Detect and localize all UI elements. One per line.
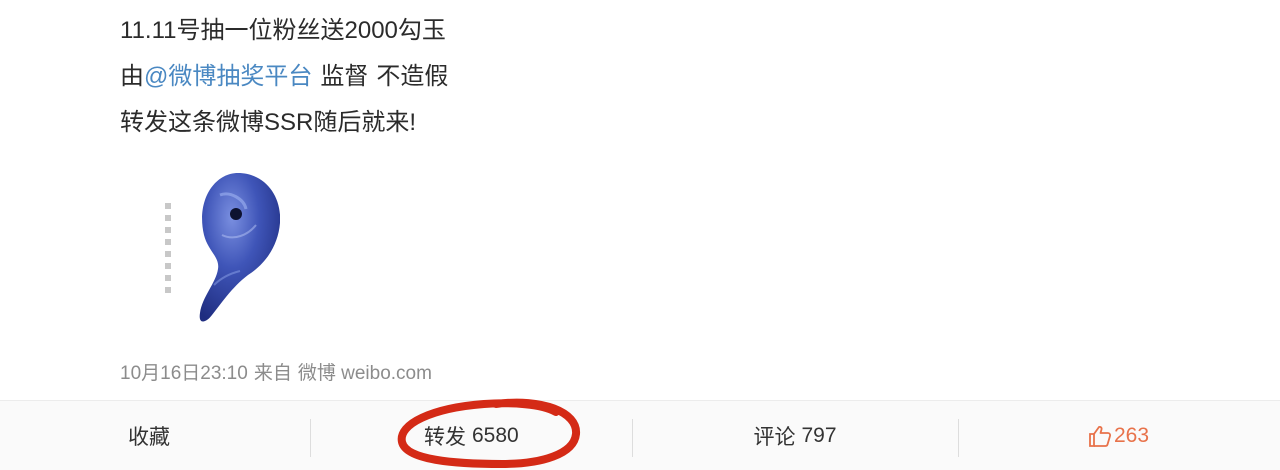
- comment-count: 797: [801, 424, 837, 447]
- action-bar: 收藏 转发 6580 评论 797 263: [0, 400, 1280, 470]
- favorite-button[interactable]: 收藏: [0, 401, 310, 470]
- post-text-prefix: 由: [120, 63, 144, 90]
- post-timestamp[interactable]: 10月16日23:10: [120, 363, 248, 384]
- post-meta: 10月16日23:10 来自 微博 weibo.com: [120, 358, 438, 385]
- mention-link[interactable]: @微博抽奖平台: [144, 63, 312, 90]
- post-text-line-2: 由@微博抽奖平台 监督 不造假: [120, 65, 448, 89]
- forward-count: 6580: [472, 424, 519, 447]
- post-source[interactable]: 微博 weibo.com: [298, 363, 432, 384]
- post-from-label: 来自: [253, 363, 292, 384]
- post-text-supervise: 监督: [320, 63, 369, 90]
- magatama-image: [165, 173, 280, 322]
- comment-button[interactable]: 评论 797: [632, 401, 958, 470]
- post-text-line-1: 11.11号抽一位粉丝送2000勾玉: [120, 17, 446, 44]
- post-image-thumbnail[interactable]: [160, 165, 280, 330]
- favorite-label: 收藏: [128, 426, 170, 449]
- like-count: 263: [1114, 424, 1150, 447]
- forward-button[interactable]: 转发 6580: [310, 401, 632, 470]
- comment-label: 评论: [753, 426, 796, 449]
- weibo-post-card: 11.11号抽一位粉丝送2000勾玉 由@微博抽奖平台 监督 不造假 转发这条微博S…: [0, 0, 1280, 470]
- post-text-no-fake: 不造假: [376, 63, 449, 90]
- forward-label: 转发: [424, 426, 466, 449]
- like-button[interactable]: 263: [958, 401, 1280, 470]
- thumbs-up-icon: [1089, 425, 1112, 447]
- post-text-line-3: 转发这条微博SSR随后就来!: [120, 109, 417, 136]
